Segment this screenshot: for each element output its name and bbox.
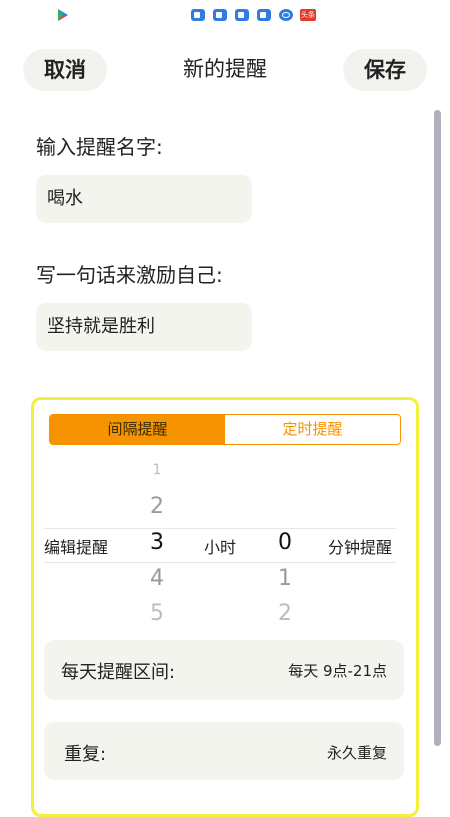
picker-divider [44,562,396,563]
edit-reminder-label: 编辑提醒 [44,538,109,557]
motto-label: 写一句话来激励自己: [36,263,223,287]
news-app-icon: 头条 [300,9,316,21]
name-input[interactable]: 喝水 [36,175,252,223]
repeat-label: 重复: [64,744,107,765]
daily-range-value: 每天 9点-21点 [288,662,387,680]
camera-icon [257,9,271,21]
hours-option[interactable]: 4 [142,566,172,591]
tab-interval-reminder[interactable]: 间隔提醒 [50,415,225,444]
picker-divider [44,528,396,529]
hours-unit-label: 小时 [204,538,237,557]
play-store-icon [58,9,68,21]
hours-selected-value[interactable]: 3 [142,530,172,555]
browser-icon [279,9,293,21]
scrollbar[interactable] [434,110,441,746]
minutes-option[interactable]: 1 [270,566,300,591]
camera-icon [191,9,205,21]
minutes-option[interactable]: 2 [270,601,300,626]
mode-segmented-control: 间隔提醒 定时提醒 [49,414,401,445]
daily-range-label: 每天提醒区间: [61,662,176,683]
camera-icon [235,9,249,21]
tab-timed-reminder[interactable]: 定时提醒 [225,415,400,444]
minutes-selected-value[interactable]: 0 [270,530,300,555]
hours-option[interactable]: 2 [142,494,172,519]
repeat-card[interactable]: 重复: 永久重复 [44,722,404,780]
camera-icon [213,9,227,21]
daily-range-card[interactable]: 每天提醒区间: 每天 9点-21点 [44,640,404,700]
hours-option[interactable]: 5 [142,601,172,626]
repeat-value: 永久重复 [326,744,387,762]
motto-input[interactable]: 坚持就是胜利 [36,303,252,351]
save-button[interactable]: 保存 [343,49,427,91]
minutes-unit-label: 分钟提醒 [328,538,393,557]
status-bar: 头条 [0,0,450,32]
hours-option[interactable]: 1 [142,462,172,474]
name-label: 输入提醒名字: [36,135,163,159]
